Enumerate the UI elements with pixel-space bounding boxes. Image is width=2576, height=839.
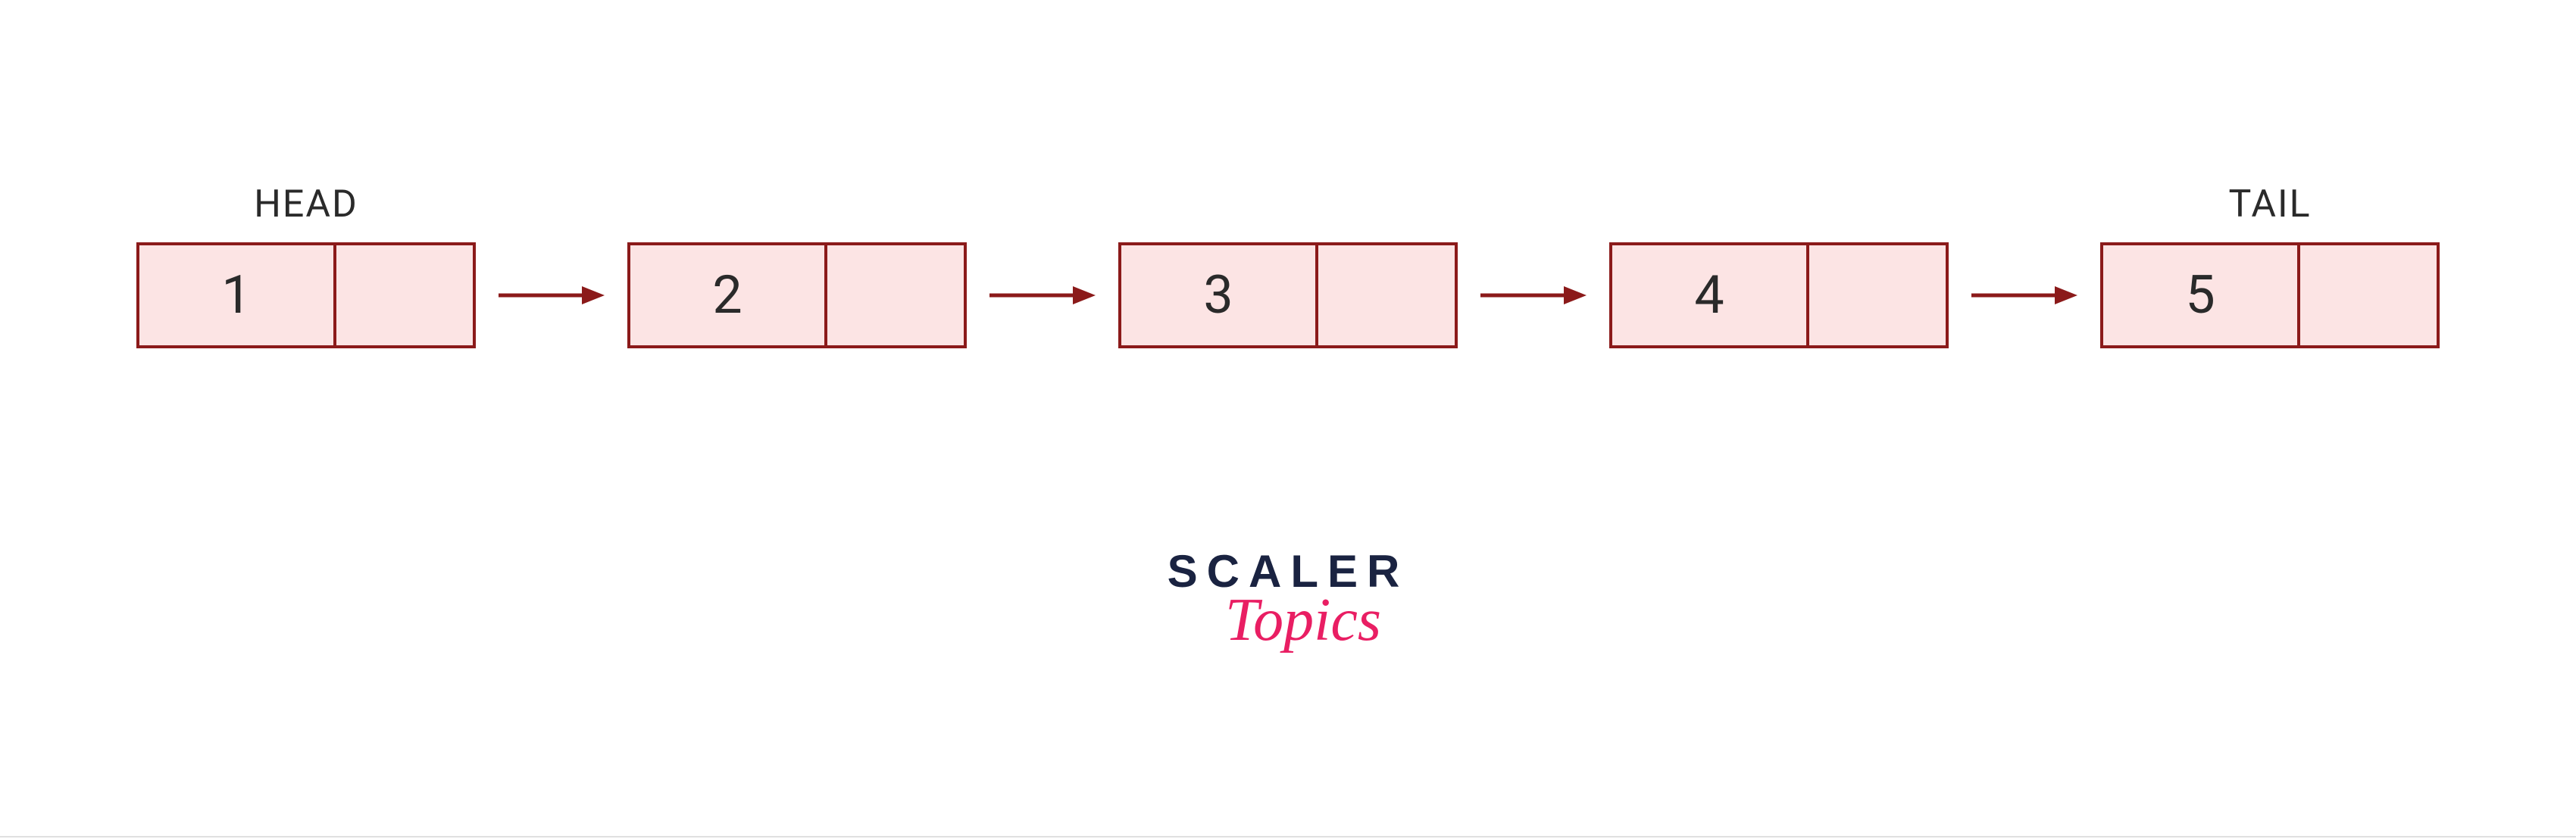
node-wrapper-5: TAIL 5 — [2100, 182, 2440, 348]
arrow-2 — [989, 280, 1096, 310]
linked-list-diagram: HEAD 1 2 3 — [136, 182, 2440, 348]
node-2-data: 2 — [630, 245, 827, 345]
node-4-pointer — [1809, 245, 1946, 345]
node-wrapper-1: HEAD 1 — [136, 182, 476, 348]
node-5-data: 5 — [2103, 245, 2300, 345]
tail-label: TAIL — [2228, 182, 2311, 227]
node-wrapper-3: 3 — [1118, 182, 1458, 348]
node-3-data: 3 — [1121, 245, 1318, 345]
node-4-data: 4 — [1612, 245, 1809, 345]
logo-topics-text: Topics — [1198, 586, 1409, 655]
node-2: 2 — [627, 242, 967, 348]
bottom-divider — [0, 836, 2576, 837]
arrow-3 — [1480, 280, 1587, 310]
node-5-pointer — [2300, 245, 2437, 345]
head-label: HEAD — [254, 182, 358, 227]
node-1-data: 1 — [139, 245, 336, 345]
node-5: 5 — [2100, 242, 2440, 348]
node-1-pointer — [336, 245, 473, 345]
arrow-icon — [1480, 280, 1587, 310]
node-4: 4 — [1609, 242, 1949, 348]
node-wrapper-2: 2 — [627, 182, 967, 348]
arrow-icon — [1971, 280, 2077, 310]
scaler-topics-logo: SCALER Topics — [1168, 545, 1409, 655]
arrow-4 — [1971, 280, 2077, 310]
node-3: 3 — [1118, 242, 1458, 348]
arrow-icon — [989, 280, 1096, 310]
arrow-1 — [499, 280, 605, 310]
node-2-pointer — [827, 245, 964, 345]
node-1: 1 — [136, 242, 476, 348]
arrow-icon — [499, 280, 605, 310]
node-3-pointer — [1318, 245, 1455, 345]
node-wrapper-4: 4 — [1609, 182, 1949, 348]
